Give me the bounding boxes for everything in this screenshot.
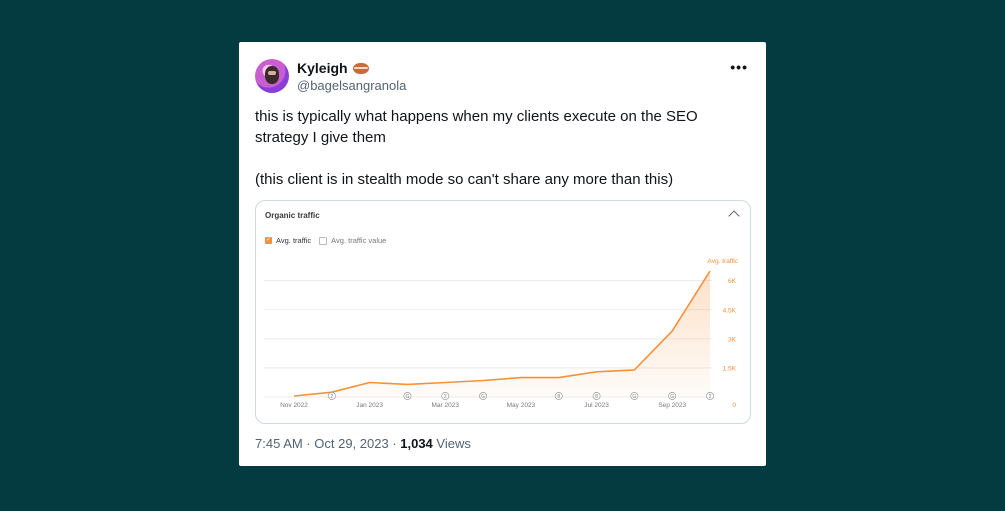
x-tick-label: Nov 2022 xyxy=(280,402,308,409)
x-tick-label: Sep 2023 xyxy=(658,402,686,409)
author-name[interactable]: Kyleigh xyxy=(297,60,348,76)
tweet-text: this is typically what happens when my c… xyxy=(255,106,745,190)
tweet-text-line-1: this is typically what happens when my c… xyxy=(255,108,698,146)
avatar[interactable] xyxy=(255,59,289,93)
avatar-glasses xyxy=(268,71,276,75)
views-label: Views xyxy=(432,436,471,451)
x-tick-label: May 2023 xyxy=(507,402,536,409)
y-tick-label: 0 xyxy=(732,402,736,409)
y-tick-label: 6K xyxy=(728,278,737,285)
series-area xyxy=(294,271,710,397)
ellipsis-icon[interactable]: ••• xyxy=(730,59,748,75)
author-handle[interactable]: @bagelsangranola xyxy=(297,78,406,93)
annotation-label: G xyxy=(632,394,636,400)
y-tick-label: 1.5K xyxy=(723,365,737,372)
views-count: 1,034 xyxy=(400,436,433,451)
annotation-label: 2 xyxy=(330,394,333,400)
annotation-label: 8 xyxy=(557,394,560,400)
tweet-time[interactable]: 7:45 AM · Oct 29, 2023 · xyxy=(255,436,400,451)
annotation-label: 2 xyxy=(444,394,447,400)
tweet-card: Kyleigh @bagelsangranola ••• this is typ… xyxy=(239,42,766,466)
annotation-label: G xyxy=(670,394,674,400)
annotation-label: 8 xyxy=(595,394,598,400)
y-tick-label: 3K xyxy=(728,336,737,343)
y-tick-label: 4.5K xyxy=(723,307,737,314)
x-tick-label: Mar 2023 xyxy=(432,402,460,409)
organic-traffic-plot: 1.5K 3K 4.5K 6K 0 Avg. traffic 2 G 2 G 8 8 G G 2 Nov 20… xyxy=(264,258,739,409)
author-name-row[interactable]: Kyleigh xyxy=(297,60,369,76)
avatar-face xyxy=(265,66,279,84)
x-tick-label: Jan 2023 xyxy=(356,402,383,409)
x-tick-label: Jul 2023 xyxy=(584,402,609,409)
chart-card[interactable]: Organic traffic ✓ Avg. traffic Avg. traf… xyxy=(255,200,751,424)
y-axis-title: Avg. traffic xyxy=(708,258,739,265)
annotation-label: 2 xyxy=(709,394,712,400)
bagel-icon xyxy=(352,62,369,74)
annotation-label: G xyxy=(481,394,485,400)
annotation-label: G xyxy=(406,394,410,400)
tweet-text-line-2: (this client is in stealth mode so can't… xyxy=(255,171,674,188)
tweet-meta: 7:45 AM · Oct 29, 2023 · 1,034 Views xyxy=(255,436,471,451)
